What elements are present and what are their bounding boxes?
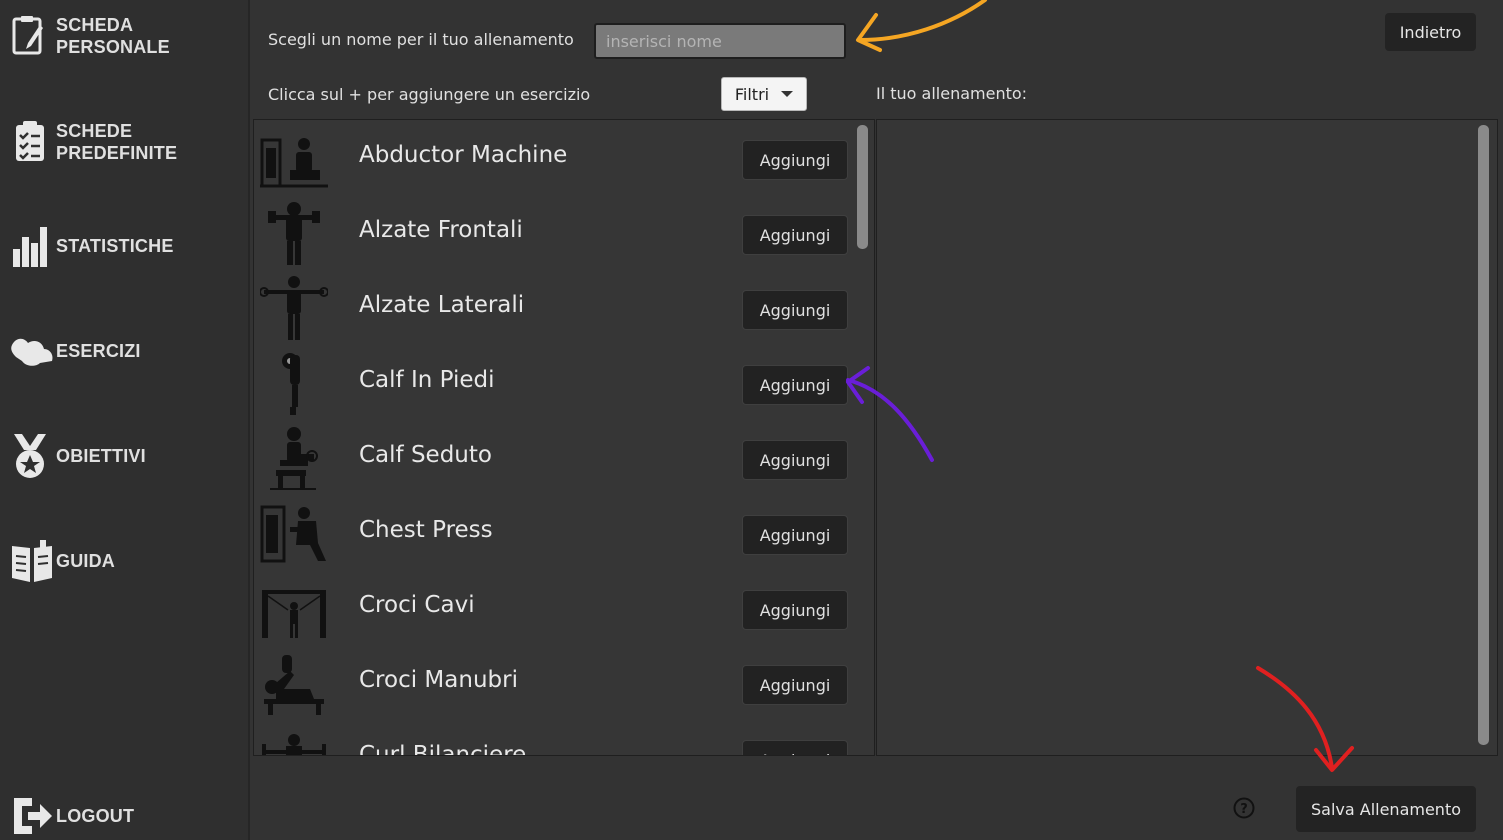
sidebar-item-obiettivi[interactable]: OBIETTIVI bbox=[10, 432, 206, 480]
exercise-name: Curl Bilanciere bbox=[359, 742, 527, 756]
sidebar-item-label: SCHEDA PERSONALE bbox=[56, 15, 170, 57]
svg-text:?: ? bbox=[1240, 802, 1248, 817]
list-item: Alzate Frontali Aggiungi bbox=[254, 195, 854, 270]
workout-heading: Il tuo allenamento: bbox=[876, 84, 1028, 103]
list-item: Calf Seduto Aggiungi bbox=[254, 420, 854, 495]
chevron-down-icon bbox=[781, 91, 794, 97]
standing-calf-icon bbox=[282, 353, 300, 415]
cable-crossover-icon bbox=[262, 590, 326, 638]
add-button[interactable]: Aggiungi bbox=[742, 740, 848, 755]
sidebar-item-schede-predefinite[interactable]: SCHEDE PREDEFINITE bbox=[10, 118, 206, 166]
add-exercise-hint: Clicca sul + per aggiungere un esercizio bbox=[268, 85, 591, 104]
sidebar-item-guida[interactable]: GUIDA bbox=[10, 537, 206, 585]
workout-list-scrollbar[interactable] bbox=[1478, 125, 1489, 745]
sidebar-item-label: OBIETTIVI bbox=[56, 446, 146, 466]
abductor-machine-icon bbox=[260, 138, 328, 188]
filter-dropdown[interactable]: Filtri bbox=[721, 77, 807, 111]
sidebar-item-esercizi[interactable]: ESERCIZI bbox=[10, 327, 206, 375]
list-item: Curl Bilanciere Aggiungi bbox=[254, 720, 854, 756]
workout-name-prompt: Scegli un nome per il tuo allenamento bbox=[268, 30, 574, 49]
exercise-name: Croci Manubri bbox=[359, 667, 518, 693]
back-button[interactable]: Indietro bbox=[1385, 13, 1476, 51]
exercise-list-scrollbar[interactable] bbox=[857, 125, 868, 249]
sidebar-item-label: STATISTICHE bbox=[56, 236, 174, 256]
list-item: Calf In Piedi Aggiungi bbox=[254, 345, 854, 420]
save-workout-button[interactable]: Salva Allenamento bbox=[1296, 786, 1476, 832]
exercise-name: Alzate Laterali bbox=[359, 292, 525, 318]
add-button[interactable]: Aggiungi bbox=[742, 515, 848, 555]
list-item: Alzate Laterali Aggiungi bbox=[254, 270, 854, 345]
sidebar-item-scheda-personale[interactable]: SCHEDA PERSONALE bbox=[10, 12, 206, 60]
add-button[interactable]: Aggiungi bbox=[742, 290, 848, 330]
logout-label: LOGOUT bbox=[56, 806, 135, 826]
add-button[interactable]: Aggiungi bbox=[742, 590, 848, 630]
add-button[interactable]: Aggiungi bbox=[742, 365, 848, 405]
add-button[interactable]: Aggiungi bbox=[742, 665, 848, 705]
sidebar-item-label: ESERCIZI bbox=[56, 341, 141, 361]
exercise-name: Calf Seduto bbox=[359, 442, 492, 468]
exercise-list[interactable]: Abductor Machine Aggiungi Alzate Frontal… bbox=[253, 119, 875, 756]
book-icon bbox=[10, 537, 56, 585]
muscle-arm-icon bbox=[10, 327, 56, 375]
exercise-name: Alzate Frontali bbox=[359, 217, 523, 243]
exercise-name: Abductor Machine bbox=[359, 142, 568, 168]
medal-icon bbox=[10, 432, 56, 480]
clipboard-pen-icon bbox=[10, 12, 56, 60]
logout-button[interactable]: LOGOUT bbox=[10, 792, 206, 840]
front-raise-icon bbox=[268, 202, 320, 265]
logout-icon bbox=[10, 792, 56, 840]
list-item: Croci Cavi Aggiungi bbox=[254, 570, 854, 645]
chest-press-icon bbox=[260, 505, 326, 563]
exercise-name: Chest Press bbox=[359, 517, 493, 543]
list-item: Croci Manubri Aggiungi bbox=[254, 645, 854, 720]
sidebar-item-statistiche[interactable]: STATISTICHE bbox=[10, 222, 206, 270]
sidebar: SCHEDA PERSONALE SCHEDE PREDEFINITE STAT… bbox=[0, 0, 250, 840]
list-item: Chest Press Aggiungi bbox=[254, 495, 854, 570]
list-item: Abductor Machine Aggiungi bbox=[254, 120, 854, 195]
exercise-name: Croci Cavi bbox=[359, 592, 475, 618]
workout-list[interactable] bbox=[876, 119, 1498, 756]
checklist-icon bbox=[10, 118, 56, 166]
exercise-name: Calf In Piedi bbox=[359, 367, 495, 393]
lateral-raise-icon bbox=[260, 276, 328, 340]
filter-label: Filtri bbox=[734, 84, 770, 104]
annotation-arrow-orange bbox=[858, 0, 987, 42]
add-button[interactable]: Aggiungi bbox=[742, 440, 848, 480]
add-button[interactable]: Aggiungi bbox=[742, 140, 848, 180]
sidebar-item-label: SCHEDE PREDEFINITE bbox=[56, 121, 178, 163]
barbell-curl-icon bbox=[262, 734, 326, 755]
workout-name-input[interactable] bbox=[594, 23, 846, 59]
dumbbell-fly-icon bbox=[264, 655, 324, 715]
add-button[interactable]: Aggiungi bbox=[742, 215, 848, 255]
sidebar-item-label: GUIDA bbox=[56, 551, 115, 571]
annotation-arrow-orange-head bbox=[856, 13, 882, 52]
bar-chart-icon bbox=[10, 222, 56, 270]
seated-calf-icon bbox=[270, 427, 318, 490]
question-circle-icon[interactable]: ? bbox=[1233, 797, 1255, 819]
